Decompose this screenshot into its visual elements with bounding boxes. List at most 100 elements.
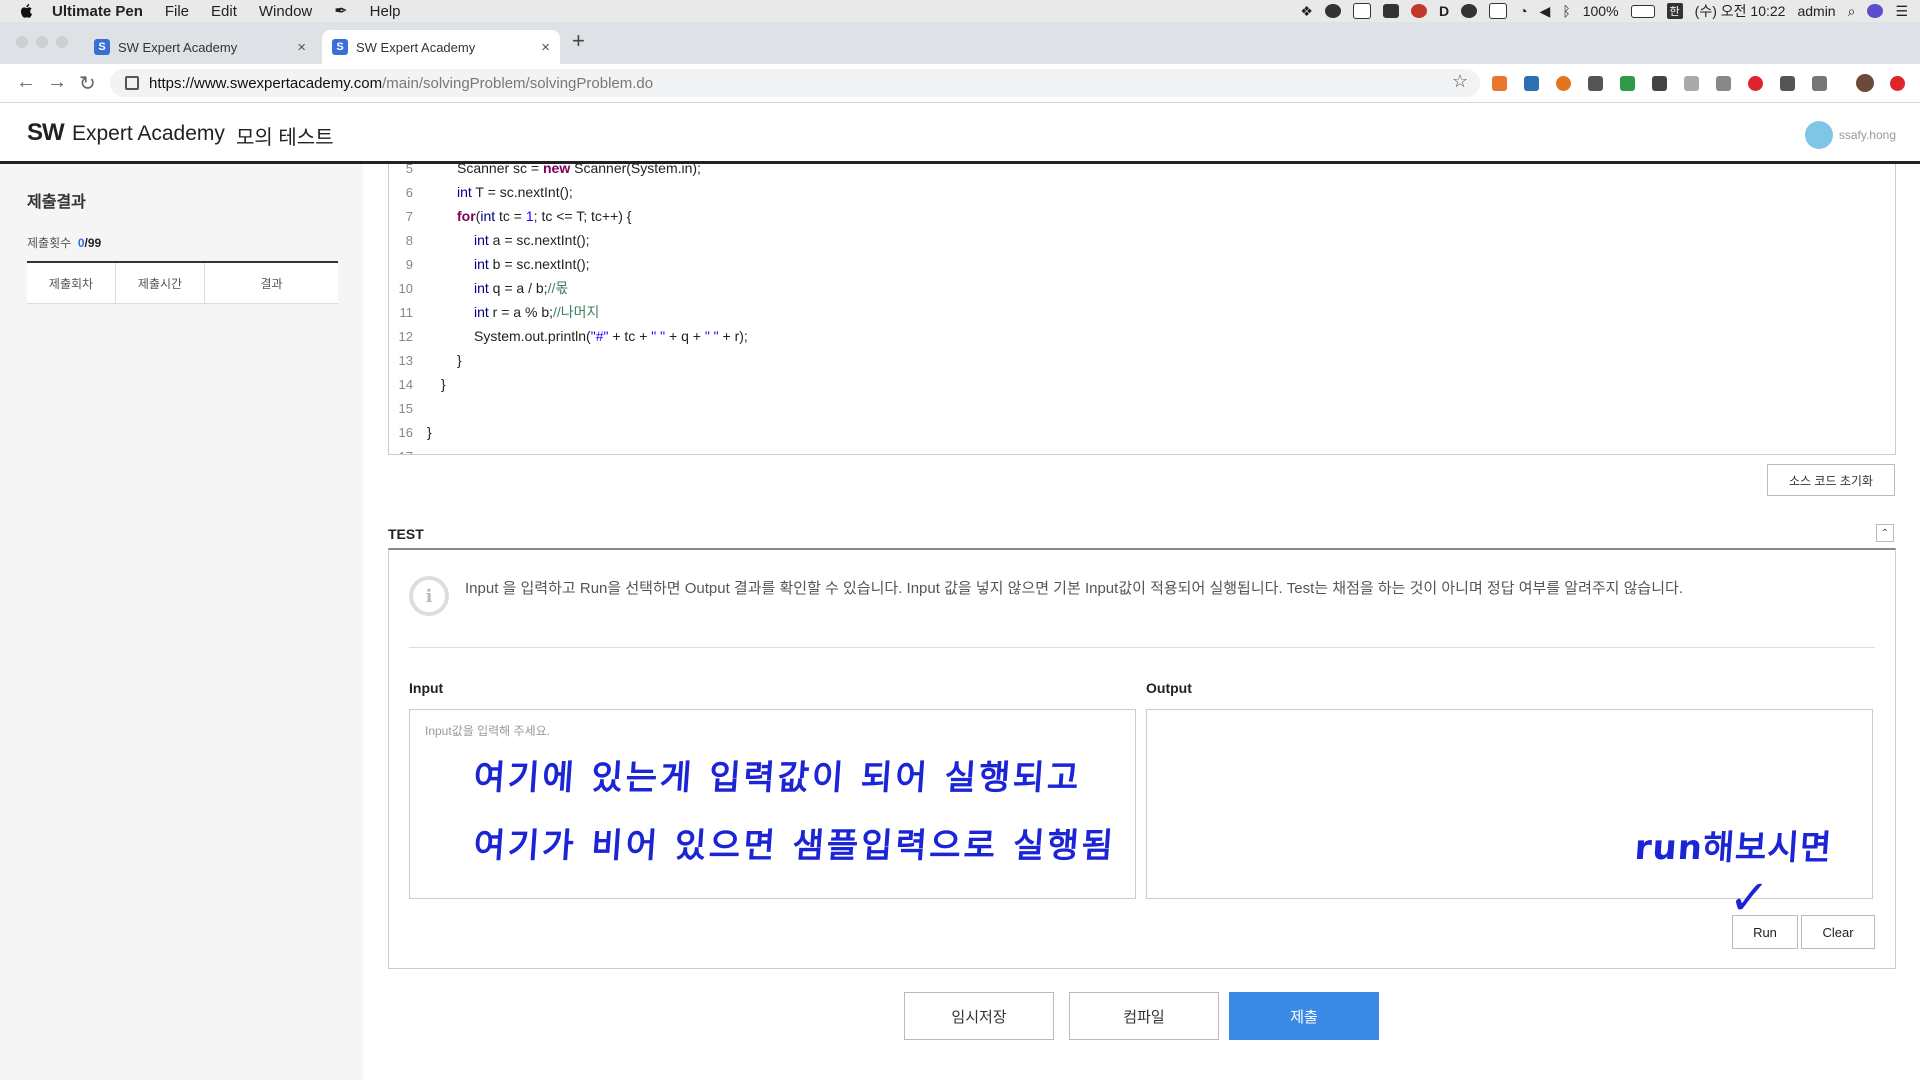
extension-icon[interactable] [1524,76,1539,91]
d-app-icon[interactable]: D [1439,3,1449,19]
extension-icon[interactable] [1652,76,1667,91]
bookmark-star-icon[interactable]: ☆ [1452,71,1468,92]
back-icon[interactable]: ← [16,71,36,94]
logo-name[interactable]: Expert Academy [72,122,225,146]
test-panel: i Input 을 입력하고 Run을 선택하면 Output 결과를 확인할 … [388,548,1896,969]
code-line: 10 int q = a / b;//몫 [398,280,569,296]
clear-button[interactable]: Clear [1801,915,1875,949]
temp-save-button[interactable]: 임시저장 [904,992,1054,1040]
ml-icon[interactable] [1352,3,1371,19]
extension-icon[interactable] [1684,76,1699,91]
code-line: 12 System.out.println("#" + tc + " " + q … [398,328,748,344]
count-used: 0 [77,236,85,250]
metamask-icon[interactable] [1556,76,1571,91]
profile-avatar[interactable] [1856,74,1874,92]
address-bar[interactable]: https://www.swexpertacademy.com/main/sol… [110,69,1480,97]
screens-icon[interactable] [1489,3,1508,19]
window-zoom-button[interactable] [56,36,68,48]
bluetooth-icon[interactable]: ᛒ [1562,3,1570,19]
menu-bar: Ultimate Pen File Edit Window ✒ Help ❖ D… [0,0,1920,22]
opera-icon[interactable] [1748,76,1763,91]
filter-icon[interactable] [1812,76,1827,91]
tab-title: SW Expert Academy [356,39,476,55]
code-editor[interactable]: 5 Scanner sc = new Scanner(System.in); 6i… [388,164,1896,455]
user-name[interactable]: admin [1797,3,1835,19]
spotlight-search-icon[interactable]: ⌕ [1848,3,1856,20]
extension-icon[interactable] [1620,76,1635,91]
site-header: SW Expert Academy 모의 테스트 ssafy.hong [0,103,1920,164]
site-favicon-icon: S [332,39,348,55]
extension-icon[interactable] [1780,76,1795,91]
count-label: 제출횟수 [27,236,72,250]
submit-button[interactable]: 제출 [1229,992,1379,1040]
code-line: 5 Scanner sc = new Scanner(System.in); [405,164,701,176]
input-source[interactable]: 한 [1666,3,1683,19]
app-menu[interactable]: Ultimate Pen [52,3,143,20]
column-header: 제출회차 [27,262,116,304]
download-icon[interactable] [1716,76,1731,91]
file-menu[interactable]: File [165,3,189,20]
input-textarea[interactable]: Input값을 입력해 주세요. 여기에 있는게 입력값이 되어 실행되고 여기… [409,709,1136,899]
divider [409,647,1875,648]
sidebar-title: 제출결과 [27,194,86,211]
compile-button[interactable]: 컴파일 [1069,992,1219,1040]
code-line: 7 for(int tc = 1; tc <= T; tc++) { [405,208,632,224]
extension-icon[interactable] [1588,76,1603,91]
edit-menu[interactable]: Edit [211,3,237,20]
user-profile[interactable]: ssafy.hong [1804,121,1896,149]
window-minimize-button[interactable] [36,36,48,48]
code-line: 9 int b = sc.nextInt(); [405,256,590,272]
grid-app-icon[interactable] [1382,4,1399,18]
url-path: /main/solvingProblem/solvingProblem.do [382,74,654,92]
close-tab-icon[interactable]: × [297,39,306,56]
run-button[interactable]: Run [1732,915,1798,949]
update-icon[interactable] [1890,76,1905,91]
test-section-title: TEST [388,526,424,542]
avatar [1804,121,1833,149]
extension-icon[interactable] [1492,76,1507,91]
reset-source-button[interactable]: 소스 코드 초기화 [1767,464,1895,496]
status-tray: ❖ D ◔ ◀ ᛒ 100% 한 (수) 오전 10:22 admin ⌕ ☰ [1300,0,1908,22]
help-menu[interactable]: Help [370,3,401,20]
submission-count: 제출횟수 0/99 [27,234,101,251]
handwritten-annotation: run해보시면 [1633,828,1834,868]
tab-sw-expert-2[interactable]: S SW Expert Academy × [322,30,560,64]
dropbox-icon[interactable]: ❖ [1300,3,1313,20]
window-close-button[interactable] [16,36,28,48]
reload-icon[interactable]: ↻ [79,71,96,96]
test-info-text: Input 을 입력하고 Run을 선택하면 Output 결과를 확인할 수 … [465,580,1684,597]
handwritten-annotation: 여기가 비어 있으면 샘플입력으로 실행됨 [472,826,1118,866]
column-header: 결과 [204,262,338,304]
lock-icon [125,76,139,90]
close-tab-icon[interactable]: × [541,39,550,56]
notification-center-icon[interactable]: ☰ [1895,3,1908,20]
code-line: 14} [398,376,446,392]
code-line: 6 int T = sc.nextInt(); [405,184,573,200]
code-line: 16} [398,424,432,440]
submission-sidebar: 제출결과 제출횟수 0/99 제출회차 제출시간 결과 [0,164,363,1080]
collapse-chevron-up-icon[interactable]: ⌃ [1876,524,1894,542]
record-icon[interactable] [1410,4,1427,18]
count-total: /99 [84,236,102,250]
url-host: https://www.swexpertacademy.com [149,74,383,92]
volume-icon[interactable]: ◀ [1540,3,1551,20]
logo-sw[interactable]: SW [27,119,65,147]
window-menu[interactable]: Window [259,3,312,20]
apple-icon[interactable] [18,2,36,20]
cloud-icon[interactable] [1461,4,1478,18]
page-title: 모의 테스트 [236,127,334,149]
battery-icon[interactable] [1630,4,1655,18]
pen-tool-icon[interactable]: ✒ [334,1,347,21]
forward-icon[interactable]: → [47,71,67,94]
tab-bar: S SW Expert Academy × S SW Expert Academ… [0,22,1920,64]
info-icon: i [409,576,449,616]
code-line: 13} [398,352,462,368]
wifi-icon[interactable]: ◔ [1519,3,1527,19]
input-label: Input [409,680,444,696]
line-icon[interactable] [1324,4,1341,18]
siri-icon[interactable] [1867,4,1884,18]
tab-sw-expert-1[interactable]: S SW Expert Academy × [84,30,316,64]
new-tab-icon[interactable]: + [572,28,585,54]
clock[interactable]: (수) 오전 10:22 [1695,1,1786,21]
column-header: 제출시간 [115,262,205,304]
